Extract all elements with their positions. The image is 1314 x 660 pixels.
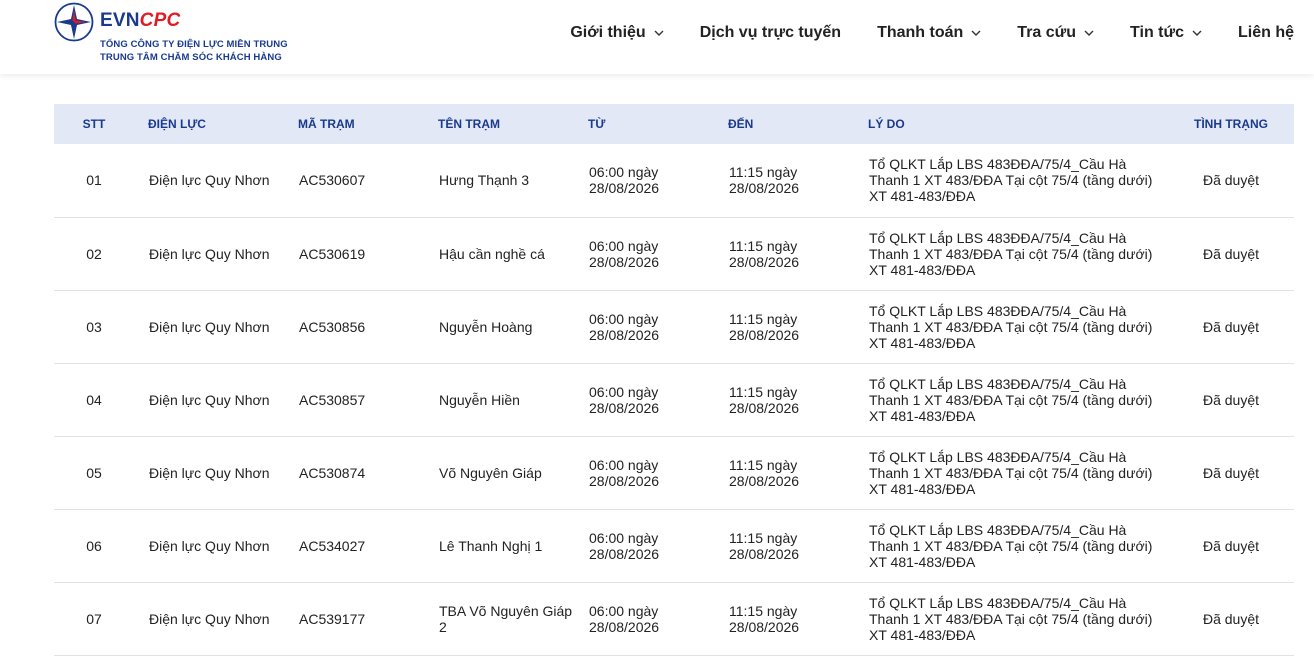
cell-stt: 02: [86, 245, 102, 262]
cell-ly-do: Tổ QLKT Lắp LBS 483ĐĐA/75/4_Cầu Hà Thanh…: [869, 156, 1153, 205]
cell-stt: 05: [86, 464, 102, 481]
cell-ma-tram: AC530856: [299, 318, 366, 335]
site-header: EVNCPC TỔNG CÔNG TY ĐIỆN LỰC MIỀN TRUNG …: [0, 0, 1314, 74]
cell-den: 11:15 ngày 28/08/2026: [729, 310, 800, 343]
outage-schedule-table-wrapper: STT ĐIỆN LỰC MÃ TRẠM TÊN TRẠM TỪ ĐẾN LÝ …: [54, 104, 1294, 656]
cell-den: 11:15 ngày 28/08/2026: [729, 383, 800, 416]
cell-den: 11:15 ngày 28/08/2026: [729, 237, 800, 270]
nav-item-label: Giới thiệu: [570, 24, 646, 41]
cell-ten-tram: Nguyễn Hiền: [439, 391, 520, 408]
chevron-down-icon: [971, 30, 981, 36]
cell-den: 11:15 ngày 28/08/2026: [729, 602, 800, 635]
table-row: 01 Điện lực Quy Nhơn AC530607 Hưng Thạnh…: [54, 144, 1294, 217]
nav-item-thanh-toan[interactable]: Thanh toán: [877, 24, 981, 42]
table-row: 02 Điện lực Quy Nhơn AC530619 Hậu cần ng…: [54, 217, 1294, 290]
cell-tinh-trang: Đã duyệt: [1202, 391, 1260, 408]
cell-tinh-trang: Đã duyệt: [1202, 464, 1260, 481]
cell-stt: 04: [86, 391, 102, 408]
main-nav: Giới thiệu Dịch vụ trực tuyến Thanh toán…: [570, 24, 1294, 42]
chevron-down-icon: [654, 30, 664, 36]
cell-den: 11:15 ngày 28/08/2026: [729, 164, 800, 197]
cell-stt: 03: [86, 318, 102, 335]
nav-item-lien-he[interactable]: Liên hệ: [1238, 24, 1294, 42]
cell-ma-tram: AC530607: [299, 172, 366, 189]
cell-tu: 06:00 ngày 28/08/2026: [589, 529, 660, 562]
nav-item-label: Tin tức: [1130, 24, 1184, 41]
cell-ma-tram: AC530857: [299, 391, 366, 408]
cell-ten-tram: Lê Thanh Nghị 1: [439, 537, 543, 554]
cell-stt: 06: [86, 537, 102, 554]
nav-item-label: Thanh toán: [877, 24, 964, 41]
cell-stt: 01: [86, 172, 102, 189]
cell-ma-tram: AC539177: [299, 610, 366, 627]
nav-item-tra-cuu[interactable]: Tra cứu: [1017, 24, 1094, 42]
cell-tinh-trang: Đã duyệt: [1202, 537, 1260, 554]
table-row: 05 Điện lực Quy Nhơn AC530874 Võ Nguyên …: [54, 436, 1294, 509]
cell-ly-do: Tổ QLKT Lắp LBS 483ĐĐA/75/4_Cầu Hà Thanh…: [869, 521, 1153, 570]
cell-dien-luc: Điện lực Quy Nhơn: [149, 245, 270, 262]
cell-tu: 06:00 ngày 28/08/2026: [589, 602, 660, 635]
cell-den: 11:15 ngày 28/08/2026: [729, 529, 800, 562]
nav-item-dich-vu-truc-tuyen[interactable]: Dịch vụ trực tuyến: [700, 24, 841, 42]
cell-dien-luc: Điện lực Quy Nhơn: [149, 172, 270, 189]
nav-item-gioi-thieu[interactable]: Giới thiệu: [570, 24, 664, 42]
column-header-ten-tram: TÊN TRẠM: [438, 117, 500, 131]
cell-dien-luc: Điện lực Quy Nhơn: [149, 537, 270, 554]
cell-ten-tram: Hưng Thạnh 3: [439, 172, 530, 189]
column-header-dien-luc: ĐIỆN LỰC: [148, 117, 206, 131]
table-row: 04 Điện lực Quy Nhơn AC530857 Nguyễn Hiề…: [54, 363, 1294, 436]
evn-star-logo-icon: [54, 2, 94, 42]
cell-ten-tram: TBA Võ Nguyên Giáp 2: [439, 602, 573, 635]
outage-schedule-table: STT ĐIỆN LỰC MÃ TRẠM TÊN TRẠM TỪ ĐẾN LÝ …: [54, 104, 1294, 656]
cell-ly-do: Tổ QLKT Lắp LBS 483ĐĐA/75/4_Cầu Hà Thanh…: [869, 302, 1153, 351]
cell-dien-luc: Điện lực Quy Nhơn: [149, 391, 270, 408]
logo-subtitle-center: TRUNG TÂM CHĂM SÓC KHÁCH HÀNG: [100, 52, 282, 63]
table-row: 07 Điện lực Quy Nhơn AC539177 TBA Võ Ngu…: [54, 582, 1294, 655]
nav-item-label: Dịch vụ trực tuyến: [699, 24, 842, 41]
cell-dien-luc: Điện lực Quy Nhơn: [149, 464, 270, 481]
cell-stt: 07: [86, 610, 102, 627]
column-header-tinh-trang: TÌNH TRẠNG: [1194, 117, 1268, 131]
nav-item-label: Tra cứu: [1017, 24, 1077, 41]
cell-den: 11:15 ngày 28/08/2026: [729, 456, 800, 489]
cell-tu: 06:00 ngày 28/08/2026: [589, 310, 660, 343]
cell-tinh-trang: Đã duyệt: [1202, 318, 1260, 335]
cell-tu: 06:00 ngày 28/08/2026: [589, 456, 660, 489]
column-header-tu: TỪ: [588, 117, 606, 131]
cell-dien-luc: Điện lực Quy Nhơn: [149, 610, 270, 627]
cell-tu: 06:00 ngày 28/08/2026: [589, 164, 660, 197]
cell-ten-tram: Hậu cần nghề cá: [439, 245, 545, 262]
table-row: 03 Điện lực Quy Nhơn AC530856 Nguyễn Hoà…: [54, 290, 1294, 363]
cell-dien-luc: Điện lực Quy Nhơn: [149, 318, 270, 335]
cell-ma-tram: AC530619: [299, 245, 366, 262]
cell-ten-tram: Nguyễn Hoàng: [439, 318, 533, 335]
cell-ten-tram: Võ Nguyên Giáp: [439, 464, 542, 481]
column-header-ma-tram: MÃ TRẠM: [298, 117, 355, 131]
cell-tinh-trang: Đã duyệt: [1202, 172, 1260, 189]
chevron-down-icon: [1192, 30, 1202, 36]
cell-ma-tram: AC534027: [299, 537, 366, 554]
table-header-row: STT ĐIỆN LỰC MÃ TRẠM TÊN TRẠM TỪ ĐẾN LÝ …: [54, 104, 1294, 144]
cell-tu: 06:00 ngày 28/08/2026: [589, 237, 660, 270]
cell-ly-do: Tổ QLKT Lắp LBS 483ĐĐA/75/4_Cầu Hà Thanh…: [869, 594, 1153, 643]
nav-item-tin-tuc[interactable]: Tin tức: [1130, 24, 1202, 42]
cell-ma-tram: AC530874: [299, 464, 366, 481]
logo-subtitle-company: TỔNG CÔNG TY ĐIỆN LỰC MIỀN TRUNG: [100, 39, 288, 50]
cell-ly-do: Tổ QLKT Lắp LBS 483ĐĐA/75/4_Cầu Hà Thanh…: [869, 229, 1153, 278]
column-header-stt: STT: [82, 117, 106, 131]
nav-item-label: Liên hệ: [1237, 24, 1294, 41]
logo-wordmark: EVNCPC: [100, 10, 181, 31]
column-header-ly-do: LÝ DO: [868, 117, 905, 131]
column-header-den: ĐẾN: [728, 117, 754, 131]
cell-tinh-trang: Đã duyệt: [1202, 245, 1260, 262]
cell-tu: 06:00 ngày 28/08/2026: [589, 383, 660, 416]
cell-ly-do: Tổ QLKT Lắp LBS 483ĐĐA/75/4_Cầu Hà Thanh…: [869, 375, 1153, 424]
table-row: 06 Điện lực Quy Nhơn AC534027 Lê Thanh N…: [54, 509, 1294, 582]
cell-tinh-trang: Đã duyệt: [1202, 610, 1260, 627]
cell-ly-do: Tổ QLKT Lắp LBS 483ĐĐA/75/4_Cầu Hà Thanh…: [869, 448, 1153, 497]
chevron-down-icon: [1084, 30, 1094, 36]
